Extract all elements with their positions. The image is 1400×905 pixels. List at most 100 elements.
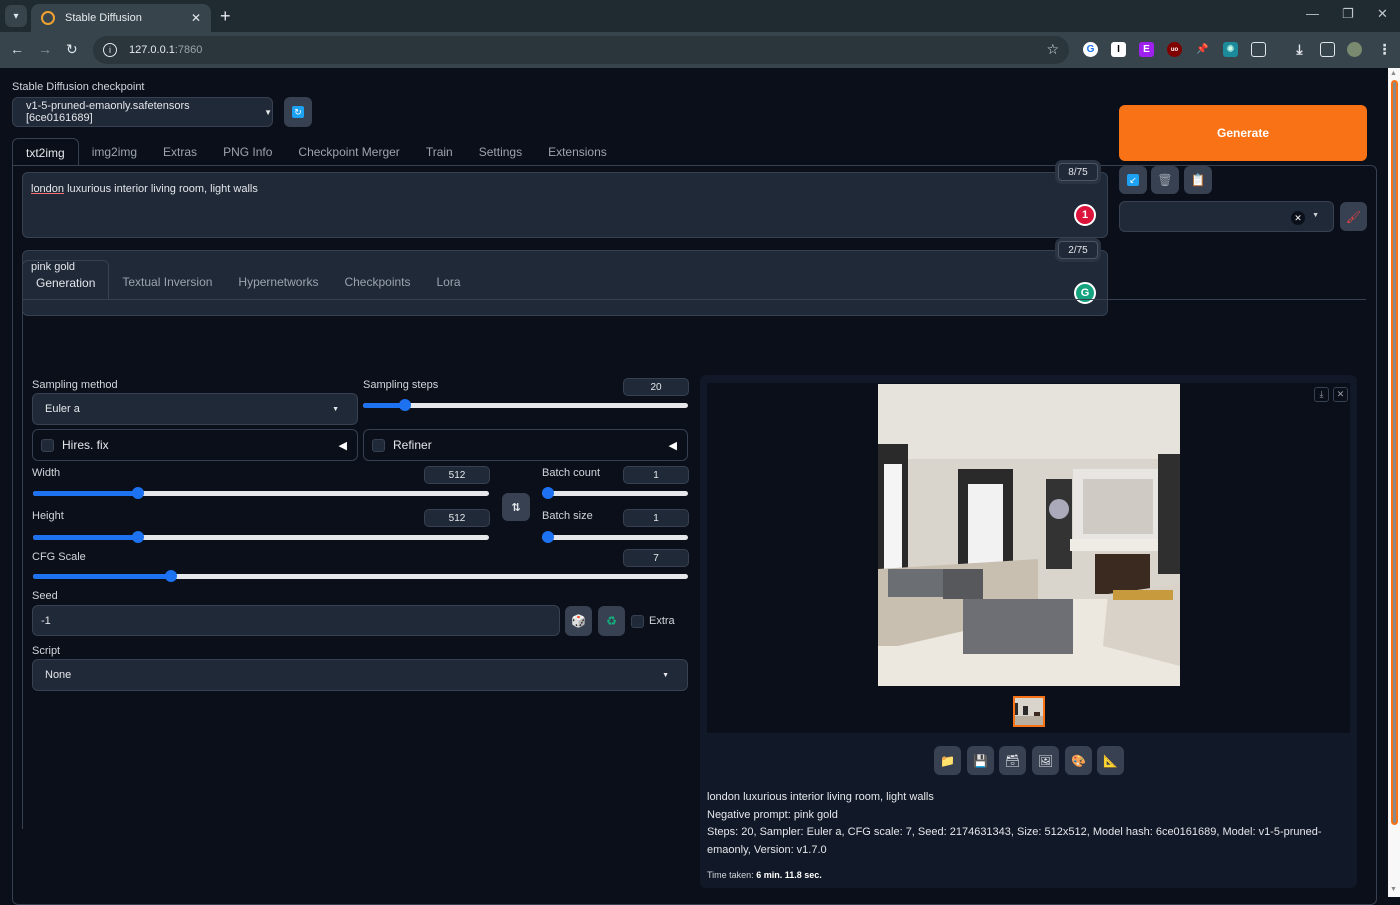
profile-avatar[interactable]: [1347, 42, 1362, 57]
tab-generation[interactable]: Generation: [22, 260, 110, 300]
seed-input[interactable]: -1: [32, 605, 560, 636]
refiner-checkbox[interactable]: [372, 438, 385, 452]
tab-train[interactable]: Train: [413, 138, 466, 166]
batch-count-slider[interactable]: [542, 487, 688, 499]
hires-fix-checkbox[interactable]: [41, 438, 54, 452]
styles-dropdown[interactable]: ✕ ▼: [1119, 201, 1334, 232]
clear-prompt-button[interactable]: 🗑: [1151, 166, 1179, 194]
batch-size-slider[interactable]: [542, 531, 688, 543]
script-value: None: [45, 669, 72, 681]
e-extension-icon[interactable]: E: [1139, 42, 1154, 57]
restore-icon[interactable]: ❐: [1342, 6, 1354, 22]
width-slider[interactable]: [33, 487, 489, 499]
grammarly-icon[interactable]: G: [1083, 42, 1098, 57]
address-bar[interactable]: i 127.0.0.1:7860 ☆: [93, 36, 1069, 64]
browser-tab[interactable]: Stable Diffusion ✕: [31, 4, 211, 32]
tab-lora[interactable]: Lora: [424, 260, 474, 300]
tab-textual-inversion[interactable]: Textual Inversion: [109, 260, 225, 300]
extra-networks-tabs: Generation Textual Inversion Hypernetwor…: [22, 260, 474, 300]
edit-styles-button[interactable]: 🖌: [1340, 202, 1367, 231]
prompt-text: luxurious interior living room, light wa…: [64, 183, 258, 195]
apply-styles-button[interactable]: 📋: [1184, 166, 1212, 194]
tab-extensions[interactable]: Extensions: [535, 138, 620, 166]
script-dropdown[interactable]: None ▼: [32, 659, 688, 691]
reuse-seed-button[interactable]: ♻: [598, 606, 625, 636]
tab-hypernetworks[interactable]: Hypernetworks: [225, 260, 331, 300]
browser-menu-icon[interactable]: ⋮: [1377, 41, 1392, 57]
minimize-icon[interactable]: —: [1306, 6, 1319, 21]
cfg-scale-label: CFG Scale: [32, 551, 86, 563]
grammarly-error-badge[interactable]: 1: [1074, 204, 1096, 226]
extra-seed-checkbox[interactable]: [631, 615, 644, 628]
read-params-button[interactable]: ↙: [1119, 166, 1147, 194]
sampling-steps-slider[interactable]: [363, 399, 688, 411]
send-to-inpaint-button[interactable]: 🎨: [1065, 746, 1092, 775]
close-tab-icon[interactable]: ✕: [191, 11, 201, 25]
random-seed-button[interactable]: 🎲: [565, 606, 592, 636]
batch-count-input[interactable]: 1: [623, 466, 689, 484]
instapaper-icon[interactable]: I: [1111, 42, 1126, 57]
scroll-down-icon[interactable]: ▼: [1390, 886, 1397, 893]
generated-image[interactable]: [878, 384, 1180, 686]
refiner-accordion[interactable]: Refiner ◀: [363, 429, 688, 461]
tab-settings[interactable]: Settings: [466, 138, 535, 166]
ai-extension-icon[interactable]: ✺: [1223, 42, 1238, 57]
slider-handle[interactable]: [542, 531, 554, 543]
scrollbar-thumb[interactable]: [1391, 80, 1398, 825]
checkpoint-dropdown[interactable]: v1-5-pruned-emaonly.safetensors [6ce0161…: [12, 97, 273, 127]
generate-button[interactable]: Generate: [1119, 105, 1367, 161]
width-input[interactable]: 512: [424, 466, 490, 484]
tab-checkpoints[interactable]: Checkpoints: [331, 260, 423, 300]
clear-styles-icon[interactable]: ✕: [1291, 211, 1305, 225]
tab-txt2img[interactable]: txt2img: [12, 138, 79, 166]
side-panel-icon[interactable]: [1320, 42, 1335, 57]
prompt-textarea[interactable]: london luxurious interior living room, l…: [22, 172, 1108, 238]
collapse-triangle-icon[interactable]: ◀: [339, 439, 347, 452]
tab-search-button[interactable]: ▾: [5, 5, 27, 27]
gallery-thumbnail[interactable]: [1013, 696, 1045, 727]
recycle-icon: ♻: [606, 614, 617, 628]
collapse-triangle-icon[interactable]: ◀: [669, 439, 677, 452]
slider-handle[interactable]: [131, 487, 144, 499]
ublock-icon[interactable]: uo: [1167, 42, 1182, 57]
zip-button[interactable]: 🗃: [999, 746, 1026, 775]
chevron-down-icon: ▼: [332, 405, 339, 413]
cfg-scale-input[interactable]: 7: [623, 549, 689, 567]
reload-icon[interactable]: ↻: [66, 41, 78, 58]
extensions-puzzle-icon[interactable]: [1251, 42, 1266, 57]
open-folder-button[interactable]: 📁: [934, 746, 961, 775]
bookmark-star-icon[interactable]: ☆: [1046, 41, 1059, 58]
tab-checkpoint-merger[interactable]: Checkpoint Merger: [285, 138, 412, 166]
slider-handle[interactable]: [131, 531, 144, 543]
height-slider[interactable]: [33, 531, 489, 543]
sampling-steps-input[interactable]: 20: [623, 378, 689, 396]
tab-png-info[interactable]: PNG Info: [210, 138, 285, 166]
page-scrollbar[interactable]: ▲ ▼: [1388, 68, 1400, 897]
floppy-disk-icon: 💾: [973, 753, 988, 768]
tab-img2img[interactable]: img2img: [79, 138, 150, 166]
sampling-method-dropdown[interactable]: Euler a ▼: [32, 393, 358, 425]
close-window-icon[interactable]: ✕: [1377, 6, 1388, 22]
cfg-scale-slider[interactable]: [33, 570, 688, 582]
forward-icon[interactable]: →: [38, 41, 52, 57]
seed-label: Seed: [32, 590, 58, 602]
download-icon[interactable]: ⤓: [1292, 41, 1307, 57]
send-to-extras-button[interactable]: 📐: [1097, 746, 1124, 775]
site-info-icon[interactable]: i: [103, 43, 117, 57]
send-to-img2img-button[interactable]: 🖼: [1032, 746, 1059, 775]
tab-extras[interactable]: Extras: [150, 138, 210, 166]
slider-handle[interactable]: [542, 487, 554, 499]
back-icon[interactable]: ←: [10, 41, 24, 57]
scroll-up-icon[interactable]: ▲: [1390, 70, 1397, 77]
hires-fix-accordion[interactable]: Hires. fix ◀: [32, 429, 358, 461]
pin-icon[interactable]: 📌: [1195, 42, 1210, 57]
height-input[interactable]: 512: [424, 509, 490, 527]
save-button[interactable]: 💾: [967, 746, 994, 775]
slider-handle[interactable]: [164, 570, 177, 582]
download-image-button[interactable]: ⤓: [1314, 387, 1329, 402]
swap-dimensions-button[interactable]: ⇅: [502, 493, 530, 521]
batch-size-input[interactable]: 1: [623, 509, 689, 527]
new-tab-button[interactable]: +: [220, 6, 231, 27]
close-image-button[interactable]: ✕: [1333, 387, 1348, 402]
refresh-checkpoints-button[interactable]: ↻: [284, 97, 312, 127]
